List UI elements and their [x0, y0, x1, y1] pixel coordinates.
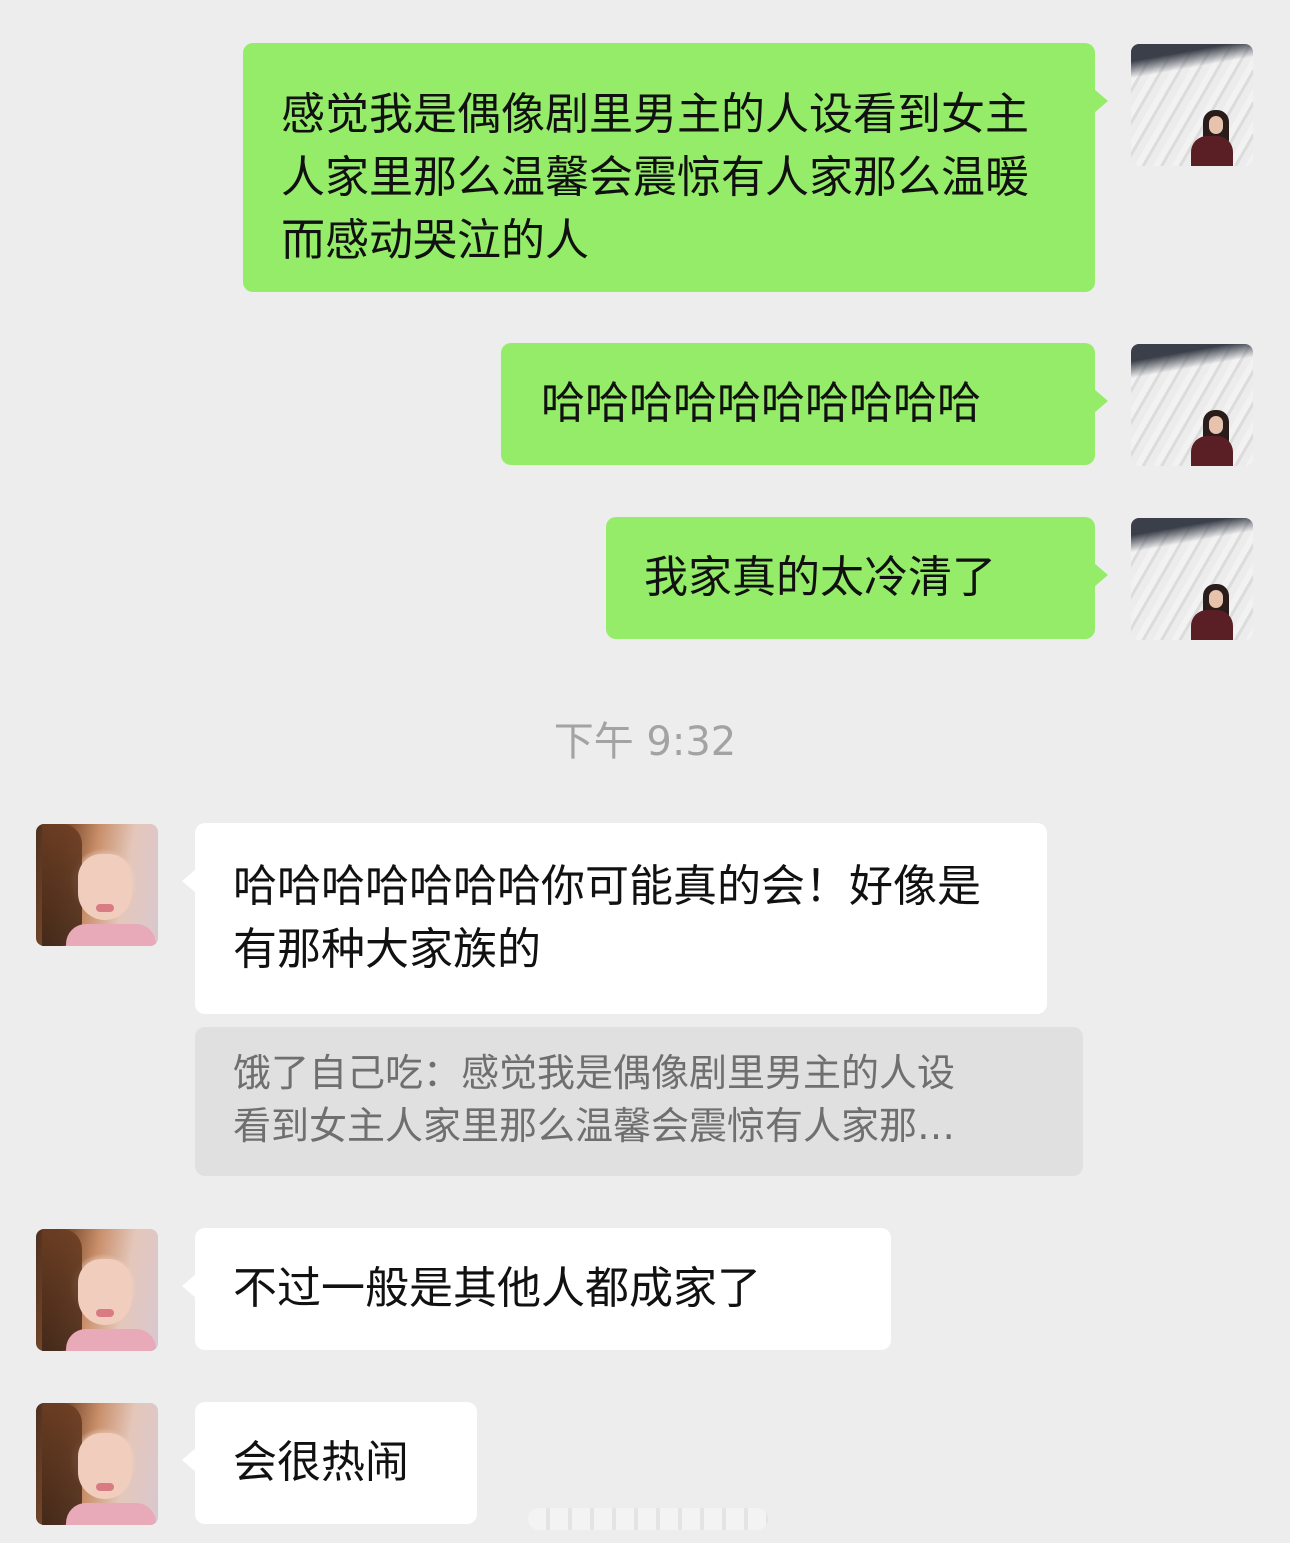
bubble-tail	[182, 1274, 196, 1298]
bubble-tail	[1094, 563, 1108, 587]
message-bubble-sent[interactable]: 感觉我是偶像剧里男主的人设看到女主人家里那么温馨会震惊有人家那么温暖而感动哭泣的…	[243, 43, 1095, 292]
timestamp: 下午 9:32	[553, 719, 737, 765]
contact-avatar[interactable]	[36, 1229, 158, 1351]
bubble-tail	[1094, 389, 1108, 413]
quote-line: 饿了自己吃：感觉我是偶像剧里男主的人设	[233, 1051, 956, 1095]
message-bubble-received[interactable]: 哈哈哈哈哈哈哈你可能真的会！好像是有那种大家族的	[195, 823, 1047, 1014]
quote-line: 看到女主人家里那么温馨会震惊有人家那…	[233, 1104, 956, 1148]
message-bubble-received[interactable]: 不过一般是其他人都成家了	[195, 1228, 891, 1350]
bubble-tail	[1094, 89, 1108, 113]
quoted-message[interactable]: 饿了自己吃：感觉我是偶像剧里男主的人设 看到女主人家里那么温馨会震惊有人家那…	[195, 1027, 1083, 1176]
message-text: 哈哈哈哈哈哈哈你可能真的会！好像是有那种大家族的	[233, 861, 981, 975]
message-text: 感觉我是偶像剧里男主的人设看到女主人家里那么温馨会震惊有人家那么温暖而感动哭泣的…	[281, 89, 1029, 266]
message-bubble-received[interactable]: 会很热闹	[195, 1402, 477, 1524]
my-avatar[interactable]	[1131, 44, 1253, 166]
my-avatar[interactable]	[1131, 518, 1253, 640]
message-bubble-sent[interactable]: 哈哈哈哈哈哈哈哈哈哈	[501, 343, 1095, 465]
message-text: 会很热闹	[233, 1437, 409, 1488]
bubble-tail	[182, 1448, 196, 1472]
bubble-tail	[182, 869, 196, 893]
message-bubble-sent[interactable]: 我家真的太冷清了	[606, 517, 1095, 639]
contact-avatar[interactable]	[36, 824, 158, 946]
message-text: 哈哈哈哈哈哈哈哈哈哈	[541, 378, 981, 429]
my-avatar[interactable]	[1131, 344, 1253, 466]
message-text: 我家真的太冷清了	[644, 552, 996, 603]
contact-avatar[interactable]	[36, 1403, 158, 1525]
message-text: 不过一般是其他人都成家了	[233, 1263, 761, 1314]
watermark	[528, 1508, 768, 1530]
